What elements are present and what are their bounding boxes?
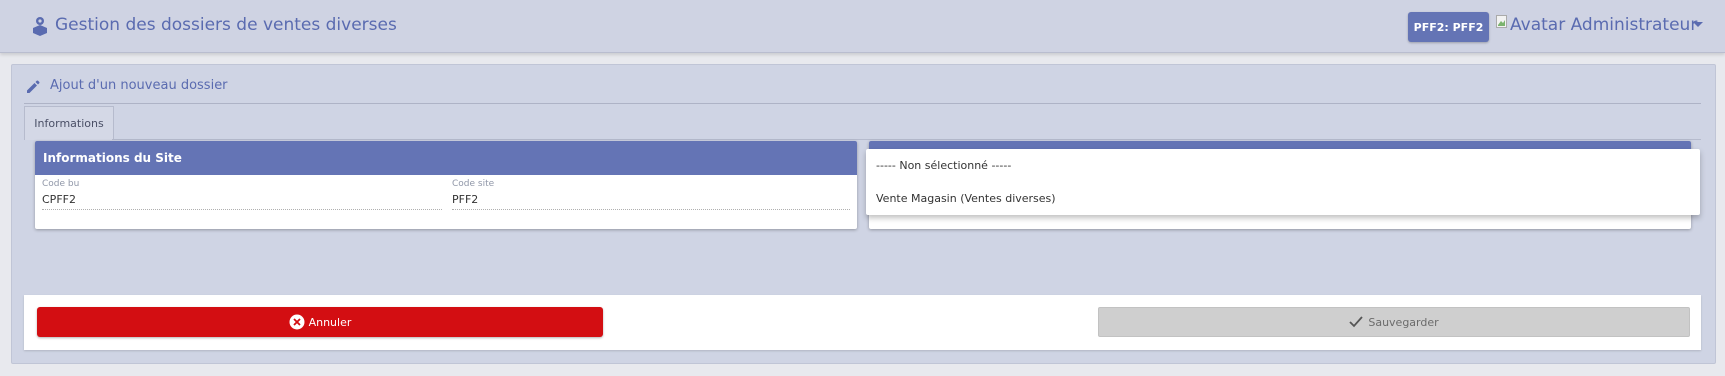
chevron-down-icon[interactable] (1693, 22, 1703, 27)
page-title: Gestion des dossiers de ventes diverses (55, 15, 397, 35)
code-site-field[interactable]: Code site PFF2 (452, 179, 850, 210)
panel-title: Ajout d'un nouveau dossier (50, 78, 228, 93)
type-dropdown-list[interactable]: ----- Non sélectionné ----- Vente Magasi… (866, 149, 1700, 215)
code-site-label: Code site (452, 179, 495, 189)
avatar[interactable] (1496, 15, 1507, 28)
site-selector-button[interactable]: PFF2: PFF2 (1408, 12, 1489, 42)
check-icon (1349, 316, 1364, 328)
cancel-button[interactable]: Annuler (37, 307, 603, 337)
dropdown-option-vente-magasin[interactable]: Vente Magasin (Ventes diverses) (876, 192, 1056, 205)
site-info-card: Informations du Site Code bu CPFF2 Code … (35, 141, 857, 229)
code-bu-field[interactable]: Code bu CPFF2 (42, 179, 442, 210)
code-site-value[interactable]: PFF2 (452, 193, 850, 210)
app-logo-icon (33, 17, 47, 36)
tab-informations[interactable]: Informations (24, 106, 114, 140)
user-menu[interactable]: Avatar Administrateur (1510, 15, 1697, 35)
code-bu-value[interactable]: CPFF2 (42, 193, 442, 210)
site-info-card-title: Informations du Site (35, 141, 857, 175)
top-bar: Gestion des dossiers de ventes diverses … (0, 0, 1725, 53)
avatar-alt-text: Avatar (1510, 15, 1566, 35)
user-name: Administrateur (1570, 15, 1698, 35)
save-button-label: Sauvegarder (1368, 315, 1439, 329)
save-button[interactable]: Sauvegarder (1098, 307, 1690, 337)
tab-divider (112, 139, 1701, 140)
code-bu-label: Code bu (42, 179, 80, 189)
pencil-icon (27, 80, 40, 93)
dropdown-option-none[interactable]: ----- Non sélectionné ----- (876, 159, 1011, 172)
cancel-button-label: Annuler (308, 315, 352, 329)
close-circle-icon (289, 314, 305, 330)
divider (24, 103, 1701, 104)
